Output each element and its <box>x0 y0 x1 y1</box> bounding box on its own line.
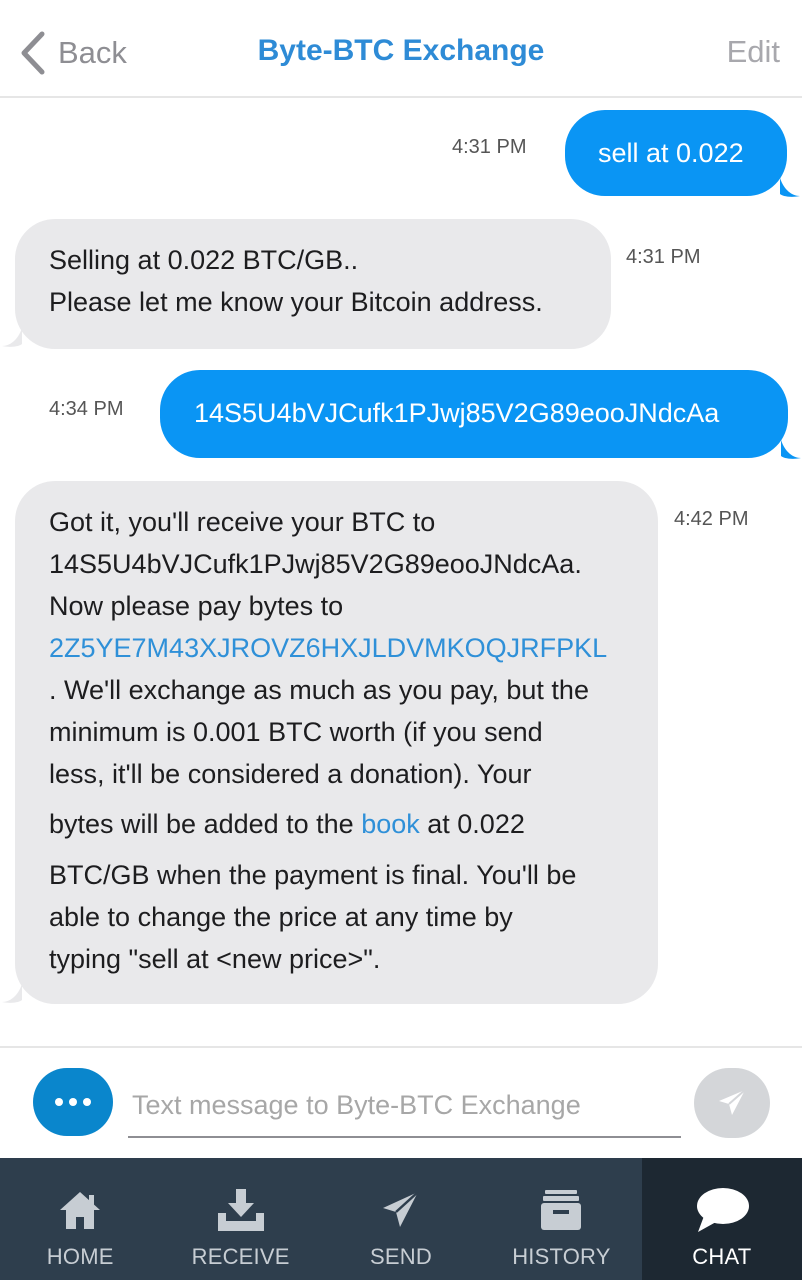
message-text-line: Selling at 0.022 BTC/GB.. <box>49 245 359 275</box>
send-message-button[interactable] <box>694 1068 770 1138</box>
bubble-tail <box>2 328 22 347</box>
bubble-tail <box>780 178 800 197</box>
message-text: 14S5U4bVJCufk1PJwj85V2G89eooJNdcAa <box>194 398 720 428</box>
more-options-button[interactable] <box>33 1068 113 1136</box>
message-text-line: minimum is 0.001 BTC worth (if you send <box>49 717 543 747</box>
tab-home[interactable]: HOME <box>0 1158 160 1280</box>
home-icon <box>52 1186 108 1234</box>
message-timestamp: 4:31 PM <box>452 136 527 158</box>
message-text-line: Please let me know your Bitcoin address. <box>49 287 543 317</box>
payment-address-link[interactable]: 2Z5YE7M43XJROVZ6HXJLDVMKOQJRFPKL <box>49 627 658 669</box>
edit-button[interactable]: Edit <box>727 34 780 70</box>
message-composer <box>0 1046 802 1156</box>
message-text-line: able to change the price at any time by <box>49 902 513 932</box>
chat-icon <box>694 1186 750 1234</box>
tab-label: CHAT <box>692 1244 752 1269</box>
dot-icon <box>83 1098 91 1106</box>
tab-label: HOME <box>46 1244 114 1269</box>
paper-plane-icon <box>719 1089 746 1115</box>
message-text-line: . We'll exchange as much as you pay, but… <box>49 675 589 705</box>
tab-label: RECEIVE <box>191 1244 290 1269</box>
dot-icon <box>69 1098 77 1106</box>
tab-receive[interactable]: RECEIVE <box>160 1158 320 1280</box>
receive-icon <box>213 1186 269 1234</box>
message-text-line: less, it'll be considered a donation). Y… <box>49 759 532 789</box>
tab-label: SEND <box>370 1244 432 1269</box>
nav-header: Back Byte-BTC Exchange Edit <box>0 0 802 98</box>
message-text-line: Now please pay bytes to <box>49 591 344 621</box>
incoming-message[interactable]: Selling at 0.022 BTC/GB.. Please let me … <box>15 219 611 349</box>
book-link[interactable]: book <box>361 809 420 839</box>
message-timestamp: 4:31 PM <box>626 246 701 268</box>
tab-send[interactable]: SEND <box>321 1158 481 1280</box>
tab-history[interactable]: HISTORY <box>481 1158 641 1280</box>
message-timestamp: 4:34 PM <box>49 398 124 420</box>
message-timestamp: 4:42 PM <box>674 508 749 530</box>
page-title: Byte-BTC Exchange <box>257 34 545 67</box>
message-text-line: Got it, you'll receive your BTC to <box>49 507 436 537</box>
bubble-tail <box>781 440 801 459</box>
history-icon <box>533 1186 589 1234</box>
bottom-tab-bar: HOME RECEIVE SEND HISTORY CHAT <box>0 1158 802 1280</box>
dot-icon <box>55 1098 63 1106</box>
message-text-fragment: bytes will be added to the <box>49 809 362 839</box>
message-text-line: typing "sell at <new price>". <box>49 944 381 974</box>
message-text-line: BTC/GB when the payment is final. You'll… <box>49 860 577 890</box>
message-input[interactable] <box>128 1074 681 1138</box>
send-icon <box>373 1186 429 1234</box>
incoming-message[interactable]: Got it, you'll receive your BTC to 14S5U… <box>15 481 658 1004</box>
bubble-tail <box>2 984 22 1003</box>
tab-chat[interactable]: CHAT <box>641 1158 802 1280</box>
outgoing-message[interactable]: sell at 0.022 <box>565 110 787 196</box>
tab-label: HISTORY <box>512 1244 611 1269</box>
message-text-line: 14S5U4bVJCufk1PJwj85V2G89eooJNdcAa. <box>49 549 582 579</box>
outgoing-message[interactable]: 14S5U4bVJCufk1PJwj85V2G89eooJNdcAa <box>160 370 788 458</box>
message-list[interactable]: 4:31 PM sell at 0.022 Selling at 0.022 B… <box>0 100 802 1046</box>
message-text-line: bytes will be added to the book at 0.022 <box>49 803 658 845</box>
message-text-fragment: at 0.022 <box>419 809 525 839</box>
message-text: sell at 0.022 <box>598 138 744 168</box>
